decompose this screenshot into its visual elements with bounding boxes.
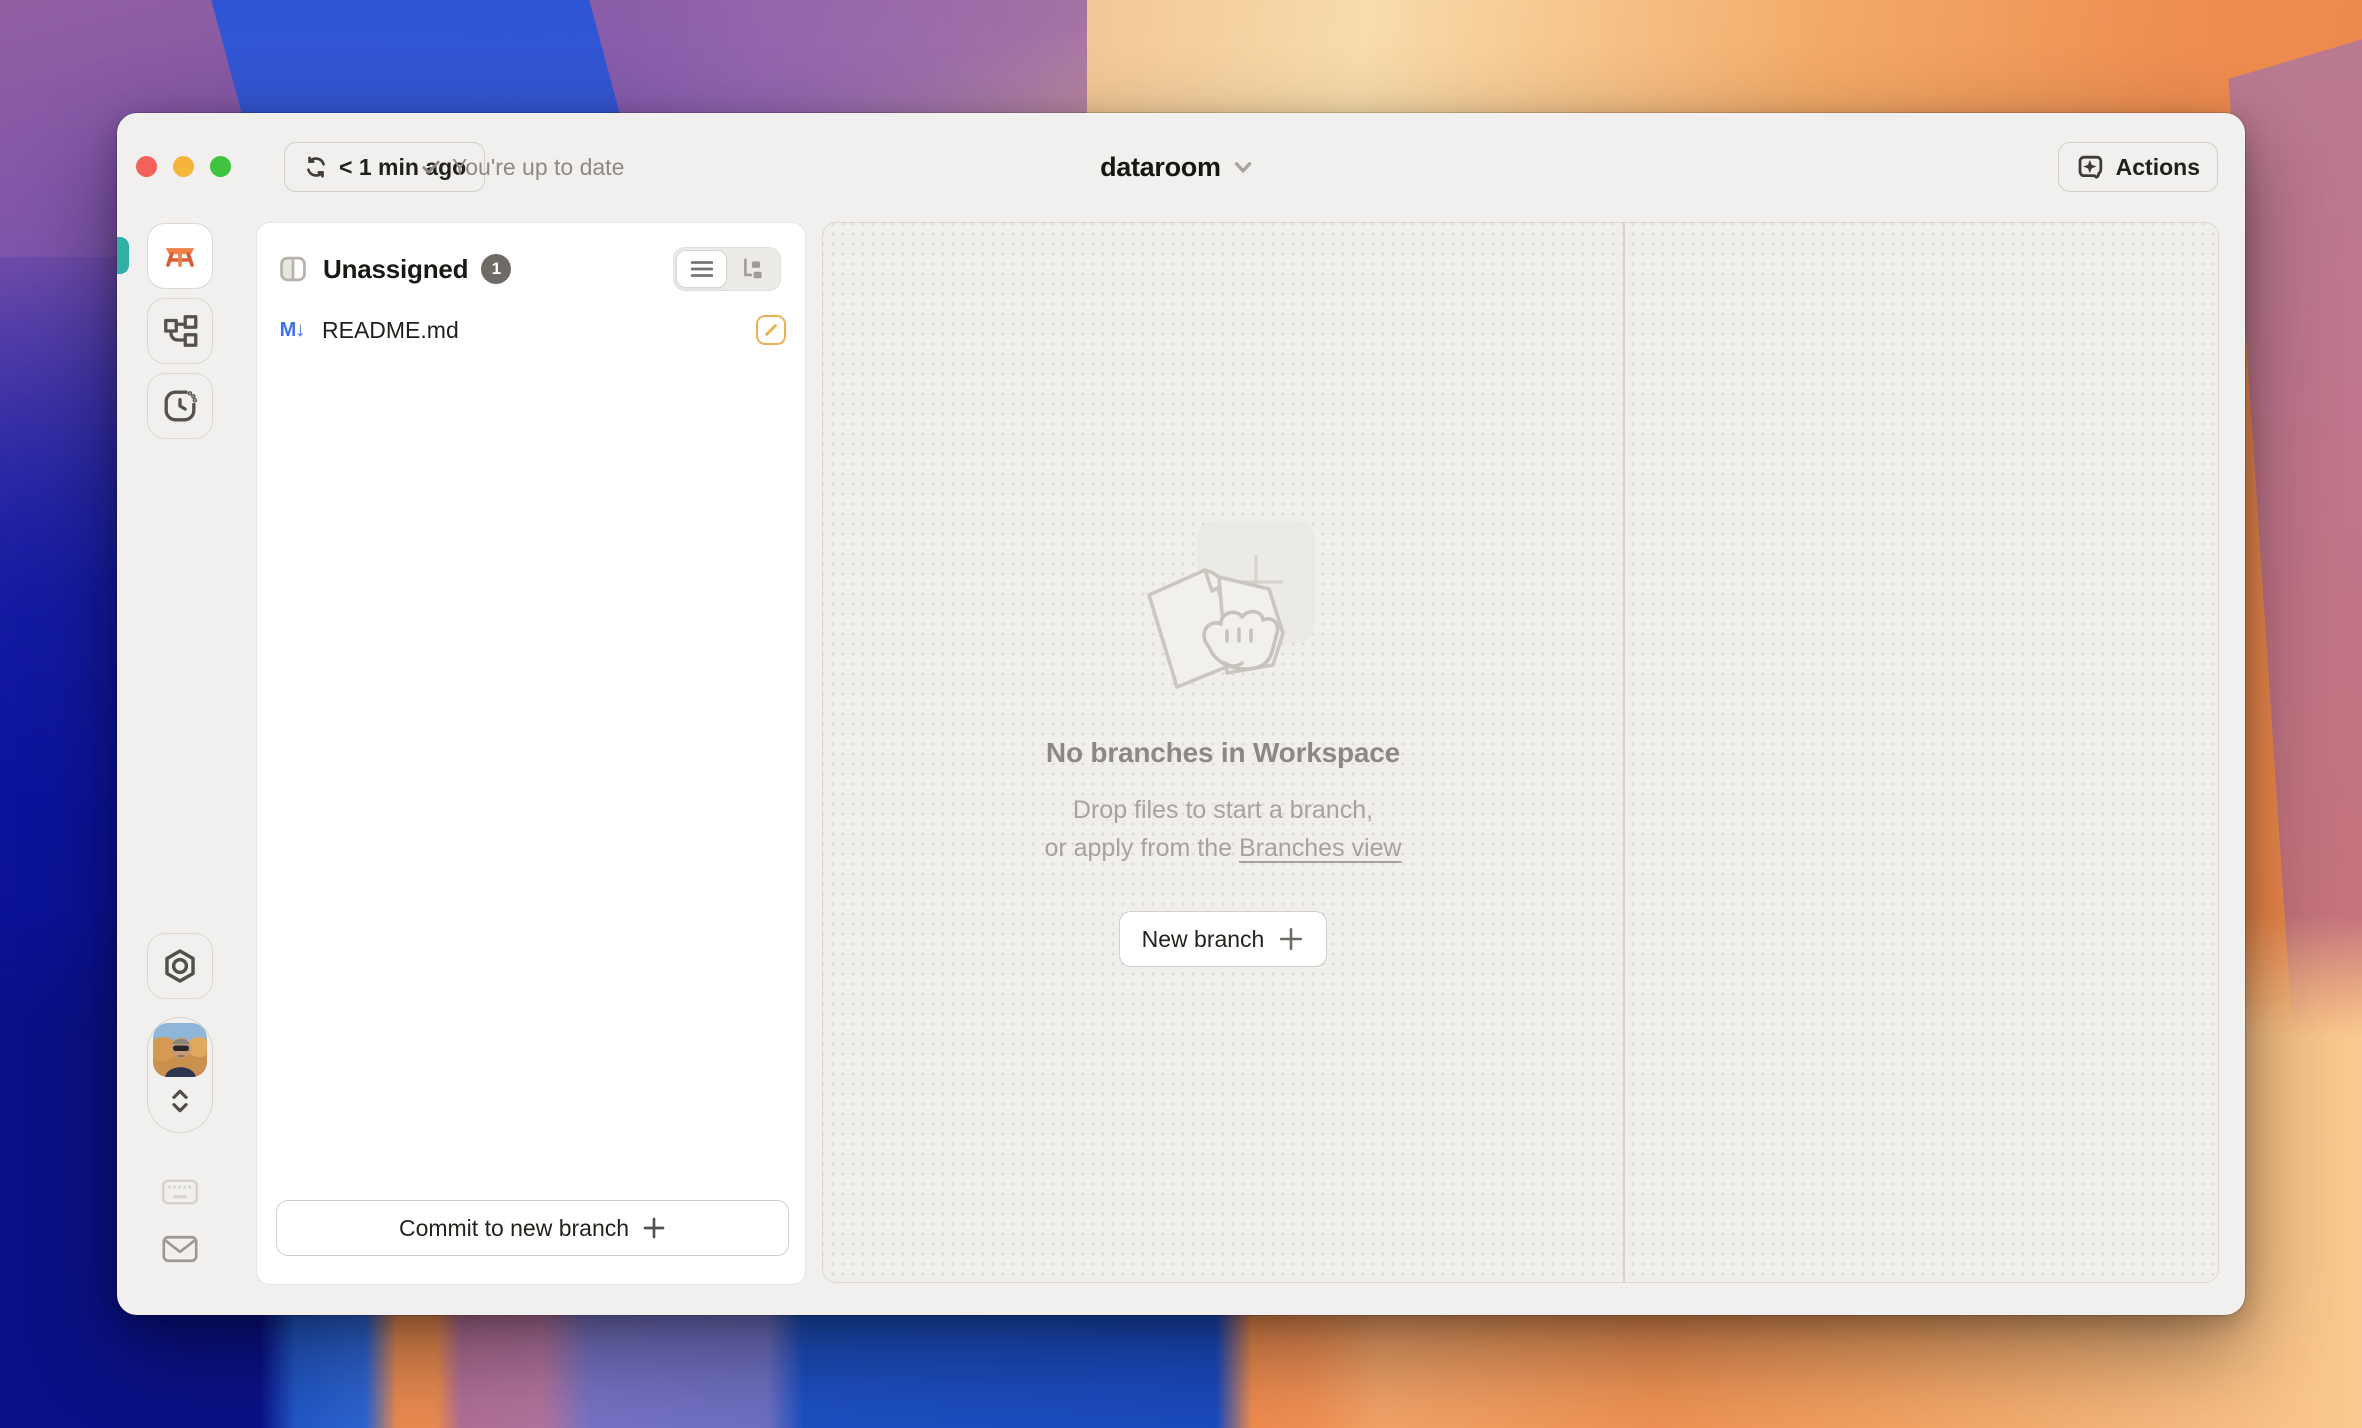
file-row[interactable]: M↓ README.md <box>257 307 805 353</box>
sparkle-icon <box>2076 153 2106 181</box>
profile-menu[interactable] <box>147 1017 213 1133</box>
lane-divider <box>1623 223 1625 1282</box>
count-badge: 1 <box>481 254 511 284</box>
unassigned-icon <box>277 253 309 285</box>
settings-button[interactable] <box>147 933 213 999</box>
workspace-canvas: No branches in Workspace Drop files to s… <box>822 222 2219 1283</box>
history-clock-icon <box>162 388 198 424</box>
plus-icon <box>1278 926 1304 952</box>
new-branch-label: New branch <box>1142 926 1265 953</box>
plus-icon <box>642 1216 666 1240</box>
butler-table-icon <box>160 236 200 276</box>
notification-indicator <box>117 237 129 274</box>
minimize-button[interactable] <box>173 156 194 177</box>
empty-state: No branches in Workspace Drop files to s… <box>823 223 1623 1282</box>
new-branch-button[interactable]: New branch <box>1119 911 1328 967</box>
sync-icon <box>303 154 329 180</box>
tree-icon <box>740 258 766 280</box>
unassigned-header: Unassigned 1 <box>257 223 805 291</box>
close-button[interactable] <box>136 156 157 177</box>
modified-status-icon <box>756 315 786 345</box>
view-mode-toggle <box>673 247 781 291</box>
app-window: < 1 min ago You're up to date dataroom <box>117 113 2245 1315</box>
drop-files-illustration <box>1123 515 1323 697</box>
sidebar-item-workspace[interactable] <box>147 223 213 289</box>
markdown-icon: M↓ <box>276 319 308 342</box>
unassigned-panel: Unassigned 1 <box>256 222 806 1285</box>
list-icon <box>689 258 715 280</box>
keyboard-icon <box>161 1177 199 1207</box>
empty-state-title: No branches in Workspace <box>1046 737 1400 769</box>
project-switcher[interactable]: dataroom <box>1100 142 1256 192</box>
zoom-button[interactable] <box>210 156 231 177</box>
commit-button-label: Commit to new branch <box>399 1215 629 1242</box>
feedback-button[interactable] <box>147 1233 213 1265</box>
branches-icon <box>162 313 198 349</box>
project-name: dataroom <box>1100 152 1221 183</box>
window-controls <box>136 156 231 177</box>
actions-label: Actions <box>2116 154 2200 181</box>
sidebar-item-history[interactable] <box>147 373 213 439</box>
keyboard-shortcuts-button[interactable] <box>147 1177 213 1207</box>
chevron-up-down-icon <box>165 1084 195 1118</box>
branches-view-link[interactable]: Branches view <box>1239 834 1402 862</box>
list-view-button[interactable] <box>676 250 727 288</box>
actions-button[interactable]: Actions <box>2058 142 2218 192</box>
file-name: README.md <box>322 317 459 344</box>
settings-nut-icon <box>162 948 198 984</box>
sync-status: You're up to date <box>419 142 624 192</box>
panel-title: Unassigned <box>323 254 468 285</box>
empty-state-subtitle: Drop files to start a branch, or apply f… <box>1044 791 1401 867</box>
desktop: < 1 min ago You're up to date dataroom <box>0 0 2362 1428</box>
chevron-down-icon <box>1230 154 1256 180</box>
mail-icon <box>161 1233 199 1265</box>
avatar <box>153 1023 207 1077</box>
tree-view-button[interactable] <box>727 250 778 288</box>
sync-status-label: You're up to date <box>452 154 624 181</box>
sidebar-item-branches[interactable] <box>147 298 213 364</box>
check-icon <box>419 155 443 179</box>
commit-to-new-branch-button[interactable]: Commit to new branch <box>276 1200 789 1256</box>
